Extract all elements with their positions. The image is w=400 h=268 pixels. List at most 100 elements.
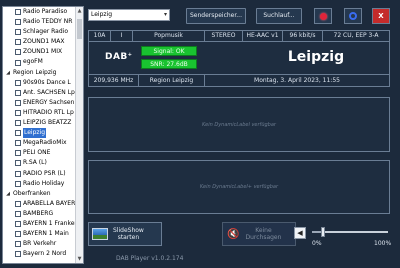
scroll-thumb[interactable] [77, 19, 82, 39]
tree-station-item[interactable]: Leipzig [3, 128, 76, 139]
scroll-down-icon[interactable]: ▼ [76, 255, 83, 263]
tree-item-label: Bayern 2 Nord [23, 250, 67, 258]
protection-cell: 72 CU, EEP 3-A [323, 31, 389, 42]
tree-station-item[interactable]: Ant. SACHSEN Lp [3, 88, 76, 98]
tree-station-item[interactable]: RADIO PSR (L) [3, 169, 76, 179]
checkbox[interactable] [15, 221, 21, 228]
checkbox[interactable] [15, 9, 21, 16]
tree-group[interactable]: ◢ Oberfranken [3, 189, 76, 199]
checkbox[interactable] [15, 140, 21, 147]
tree-station-item[interactable]: ARABELLA BAYERN [3, 199, 76, 209]
tree-station-item[interactable]: ENERGY Sachsen [3, 98, 76, 108]
checkbox[interactable] [15, 130, 21, 137]
dab-logo: DAB+ [105, 52, 133, 62]
tree-station-item[interactable]: Radio Holiday [3, 179, 76, 189]
tree-station-item[interactable]: PELI ONE [3, 148, 76, 158]
genre-cell: Popmusik [133, 31, 205, 42]
checkbox[interactable] [15, 251, 21, 258]
tree-station-item[interactable]: Schlager Radio [3, 27, 76, 37]
snr-badge: SNR: 27.6dB [141, 59, 197, 69]
scroll-up-icon[interactable]: ▲ [76, 7, 83, 15]
tree-item-label: MegaRadioMix [23, 139, 67, 147]
channel-cell: 10A [89, 31, 111, 42]
tree-station-item[interactable]: egoFM [3, 57, 76, 67]
codec-cell: HE-AAC v1 [243, 31, 283, 42]
tree-station-item[interactable]: BR Verkehr [3, 239, 76, 249]
tree-item-label: ENERGY Sachsen [23, 98, 75, 106]
scan-button[interactable]: Suchlauf... [256, 8, 302, 24]
tree-station-item[interactable]: Bayern 2 Nord [3, 249, 76, 259]
checkbox[interactable] [15, 210, 21, 217]
volume-thumb[interactable] [321, 227, 326, 237]
ring-icon [349, 12, 357, 20]
tree-station-item[interactable]: BAYERN 1 Main [3, 229, 76, 239]
tree-item-label: PELI ONE [23, 149, 51, 157]
checkbox[interactable] [15, 49, 21, 56]
speaker-muted-icon: 🔇 [227, 228, 240, 240]
checkbox[interactable] [15, 120, 21, 127]
tree-station-item[interactable]: HITRADIO RTL Lp [3, 108, 76, 118]
announcements-button[interactable]: 🔇 Keine Durchsagen [222, 222, 296, 246]
ensemble-cell: Region Leipzig [139, 74, 205, 87]
audio-mode-cell: STEREO [205, 31, 243, 42]
tree-item-label: BAYERN 1 Franken [23, 219, 76, 227]
tree-station-item[interactable]: Radio TEDDY NR [3, 17, 76, 27]
volume-icon[interactable]: ◀ [294, 227, 306, 239]
tree-item-label: HITRADIO RTL Lp [23, 108, 74, 116]
tree-item-label: ZOUND1 MAX [23, 38, 65, 46]
tree-group[interactable]: ◢ Region Leipzig [3, 68, 76, 78]
checkbox[interactable] [15, 99, 21, 106]
save-stations-button[interactable]: Senderspeicher... [186, 8, 246, 24]
checkbox[interactable] [15, 170, 21, 177]
volume-slider[interactable] [312, 227, 388, 237]
station-tree[interactable]: Radio Paradiso Radio TEDDY NR Schlager Rad… [2, 6, 84, 264]
checkbox[interactable] [15, 59, 21, 66]
tree-station-item[interactable]: ZOUND1 MIX [3, 47, 76, 57]
tree-item-label: BAMBERG [23, 209, 54, 217]
dynamic-label-panel: Kein DynamicLabel verfügbar [88, 97, 390, 152]
expand-icon[interactable]: ◢ [5, 68, 11, 78]
station-select[interactable]: Leipzig ▾ [88, 9, 170, 21]
expand-icon[interactable]: ◢ [5, 189, 11, 199]
checkbox[interactable] [15, 29, 21, 36]
checkbox[interactable] [15, 180, 21, 187]
tree-item-label: BAYERN 1 Main [23, 230, 69, 238]
tree-station-item[interactable]: MegaRadioMix [3, 138, 76, 148]
info-button[interactable] [344, 8, 362, 24]
datetime-cell: Montag, 3. April 2023, 11:55 [205, 74, 389, 87]
mode-cell: I [111, 31, 133, 42]
tree-item-label: BR Verkehr [23, 240, 57, 248]
tree-station-item[interactable]: BAMBERG [3, 209, 76, 219]
record-button[interactable] [314, 8, 332, 24]
checkbox[interactable] [15, 231, 21, 238]
checkbox[interactable] [15, 19, 21, 26]
tree-item-label: ZOUND1 MIX [23, 48, 63, 56]
checkbox[interactable] [15, 160, 21, 167]
slideshow-label: SlideShow starten [113, 227, 144, 241]
signal-badge: Signal: OK [141, 46, 197, 56]
station-list[interactable]: Radio Paradiso Radio TEDDY NR Schlager Rad… [3, 7, 76, 263]
slideshow-button[interactable]: SlideShow starten [88, 222, 162, 246]
checkbox[interactable] [15, 79, 21, 86]
tree-station-item[interactable]: BAYERN 1 Franken [3, 219, 76, 229]
tree-item-label: Schlager Radio [23, 28, 68, 36]
checkbox[interactable] [15, 89, 21, 96]
tree-scrollbar[interactable]: ▲ ▼ [75, 7, 83, 263]
checkbox[interactable] [15, 39, 21, 46]
checkbox[interactable] [15, 150, 21, 157]
tree-station-item[interactable]: R.SA (L) [3, 158, 76, 168]
checkbox[interactable] [15, 200, 21, 207]
tree-station-item[interactable]: ZOUND1 MAX [3, 37, 76, 47]
close-button[interactable]: X [372, 8, 390, 24]
checkbox[interactable] [15, 241, 21, 248]
record-icon [319, 12, 327, 20]
volume-max-label: 100% [374, 240, 392, 247]
tree-station-item[interactable]: LEIPZIG BEATZZ [3, 118, 76, 128]
tree-station-item[interactable]: Radio Paradiso [3, 7, 76, 17]
checkbox[interactable] [15, 109, 21, 116]
tree-item-label: Radio Holiday [23, 179, 65, 187]
station-select-value: Leipzig [91, 11, 113, 18]
tree-station-item[interactable]: 90s90s Dance L [3, 78, 76, 88]
announcements-label: Keine Durchsagen [245, 227, 282, 241]
tree-item-label: Radio TEDDY NR [23, 18, 73, 26]
